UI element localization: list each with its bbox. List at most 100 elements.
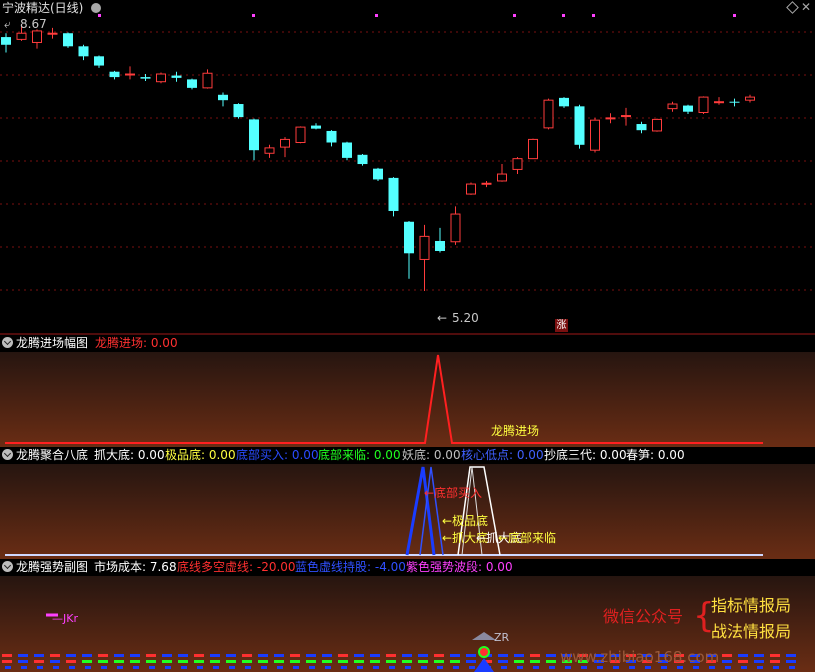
dash-row-top xyxy=(322,654,332,657)
dash-row-mid xyxy=(434,660,444,663)
candle-body xyxy=(218,94,228,101)
high-price-marker: 8.67 xyxy=(20,17,47,31)
candle-body xyxy=(295,126,306,143)
dash-row-mid xyxy=(82,660,92,663)
dash-row-bottom xyxy=(181,666,187,669)
dash-row-top xyxy=(418,654,428,657)
panel3-item: 蓝色虚线持股: -4.00 xyxy=(295,560,406,574)
candle-body xyxy=(543,99,554,129)
candle-body xyxy=(326,130,337,143)
dash-row-bottom xyxy=(117,666,123,669)
dash-row-mid xyxy=(786,660,796,663)
candle-body xyxy=(1,37,11,45)
candle-body xyxy=(202,72,213,89)
chevron-down-icon[interactable] xyxy=(2,449,13,460)
dash-row-bottom xyxy=(85,666,91,669)
dash-row-mid xyxy=(290,660,300,663)
dash-row-top xyxy=(514,654,524,657)
candle-body xyxy=(171,75,182,78)
chart-menu-icon[interactable] xyxy=(91,3,101,13)
candle-body xyxy=(714,101,724,104)
chevron-down-icon[interactable] xyxy=(2,561,13,572)
main-price-chart[interactable]: 宁波精达(日线) ✕ 8.67 ⤶ 5.20 ← 涨 xyxy=(0,0,815,335)
panel3-chart[interactable]: —JKr ZR 微信公众号 { 指标情报局 战法情报局 www.zhibiao1… xyxy=(0,576,815,672)
dash-row-mid xyxy=(338,660,348,663)
dash-row-top xyxy=(18,654,28,657)
signal-dot xyxy=(592,14,595,17)
dash-row-bottom xyxy=(533,666,539,669)
candle-body xyxy=(63,33,73,47)
candle-body xyxy=(605,117,616,120)
panel1-value-label: 龙腾进场: 0.00 xyxy=(95,336,178,350)
dash-row-top xyxy=(786,654,796,657)
panel2-item: 妖底: 0.00 xyxy=(402,448,461,462)
candle-body xyxy=(683,105,693,112)
dash-row-top xyxy=(66,654,76,657)
dash-row-bottom xyxy=(453,666,459,669)
close-icon[interactable]: ✕ xyxy=(801,1,811,13)
dash-row-bottom xyxy=(389,666,395,669)
panel3-chart-label: —JKr xyxy=(52,612,78,625)
panel2-item: 抄底三代: 0.00 xyxy=(544,448,627,462)
candle-body xyxy=(233,104,244,118)
panel1-svg xyxy=(5,354,763,444)
candle-body xyxy=(652,118,662,132)
dash-row-bottom xyxy=(197,666,203,669)
dash-row-bottom xyxy=(69,666,75,669)
dash-row-top xyxy=(450,654,460,657)
signal-dot xyxy=(375,14,378,17)
dash-row-top xyxy=(162,654,172,657)
dash-row-mid xyxy=(194,660,204,663)
dash-row-top xyxy=(498,654,508,657)
candle-body xyxy=(574,106,585,145)
candlestick-plot[interactable] xyxy=(0,0,815,335)
high-arrow: ⤶ xyxy=(4,17,11,31)
dash-row-bottom xyxy=(501,666,507,669)
chevron-down-icon[interactable] xyxy=(2,337,13,348)
dash-row-bottom xyxy=(101,666,107,669)
candle-body xyxy=(404,221,414,254)
dash-row-mid xyxy=(162,660,172,663)
dash-row-mid xyxy=(386,660,396,663)
wechat-label: 微信公众号 xyxy=(603,607,684,626)
dash-row-mid xyxy=(354,660,364,663)
dash-row-top xyxy=(98,654,108,657)
zhang-badge: 涨 xyxy=(555,319,568,332)
panel2-item: 底部来临: 0.00 xyxy=(318,448,401,462)
dash-row-mid xyxy=(498,660,508,663)
dash-row-bottom xyxy=(725,666,731,669)
panel2-header: 龙腾聚合八底 抓大底: 0.00 极品底: 0.00 底部买入: 0.00 底部… xyxy=(0,447,815,464)
candle-body xyxy=(636,124,647,131)
panel1-chart[interactable]: 龙腾进场 xyxy=(0,352,815,447)
panel3-item: 底线多空虚线: -20.00 xyxy=(177,560,296,574)
dash-row-top xyxy=(402,654,412,657)
dash-row-mid xyxy=(146,660,156,663)
chart-title: 宁波精达(日线) xyxy=(2,1,84,15)
candle-body xyxy=(590,119,600,151)
candle-body xyxy=(357,154,368,165)
dash-row-top xyxy=(466,654,476,657)
candle-body xyxy=(373,168,383,180)
dash-row-bottom xyxy=(149,666,155,669)
watermark-url: www.zhibiao168.com xyxy=(560,648,720,666)
dash-row-top xyxy=(386,654,396,657)
candle-body xyxy=(311,125,321,129)
panel2-chart[interactable]: ←底部买入 ←极品底 ←抓大底 ←抓大底 ←底部来临 xyxy=(0,464,815,559)
candle-body xyxy=(559,97,569,107)
dash-row-bottom xyxy=(261,666,267,669)
candle-body xyxy=(466,183,476,195)
candle-body xyxy=(109,71,120,78)
candle-body xyxy=(512,158,523,170)
dash-row-mid xyxy=(274,660,284,663)
dash-row-top xyxy=(194,654,204,657)
candle-body xyxy=(125,73,135,76)
dash-row-mid xyxy=(178,660,188,663)
dash-row-top xyxy=(530,654,540,657)
dash-row-mid xyxy=(130,660,140,663)
dash-row-bottom xyxy=(373,666,379,669)
dash-row-top xyxy=(130,654,140,657)
dash-row-bottom xyxy=(789,666,795,669)
candle-body xyxy=(729,101,740,103)
panel3-item: 紫色强势波段: 0.00 xyxy=(406,560,513,574)
candle-body xyxy=(249,119,259,151)
